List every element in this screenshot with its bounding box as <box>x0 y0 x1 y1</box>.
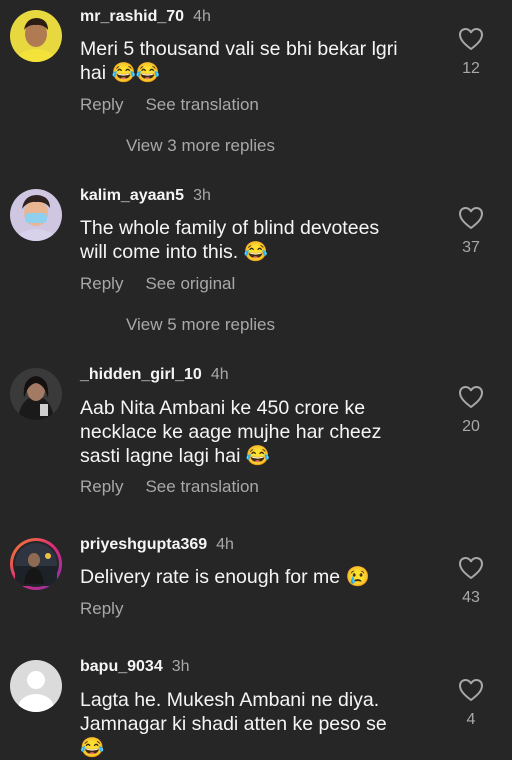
comment-meta: kalim_ayaan5 3h <box>80 187 211 205</box>
timestamp: 3h <box>193 187 211 204</box>
like-count: 20 <box>462 418 480 435</box>
view-more-replies-button[interactable]: View 5 more replies <box>126 315 275 335</box>
comment-actions: Reply See translation <box>80 95 259 115</box>
comment-meta: bapu_9034 3h <box>80 658 190 676</box>
see-original-button[interactable]: See original <box>145 274 235 293</box>
like-button[interactable]: 4 <box>456 678 486 729</box>
avatar[interactable] <box>10 189 62 241</box>
comment-meta: _hidden_girl_10 4h <box>80 366 229 384</box>
username[interactable]: bapu_9034 <box>80 658 163 675</box>
comment-actions: Reply <box>80 599 123 619</box>
timestamp: 3h <box>171 658 190 675</box>
username[interactable]: priyeshgupta369 <box>80 536 207 553</box>
like-button[interactable]: 43 <box>456 556 486 607</box>
avatar[interactable] <box>10 660 62 712</box>
reply-button[interactable]: Reply <box>80 477 123 496</box>
heart-outline-icon <box>459 679 483 701</box>
reply-button[interactable]: Reply <box>80 599 123 618</box>
like-button[interactable]: 12 <box>456 27 486 78</box>
reply-button[interactable]: Reply <box>80 274 123 293</box>
see-translation-button[interactable]: See translation <box>145 477 258 496</box>
comment-text: Lagta he. Mukesh Ambani ne diya. Jamnaga… <box>80 689 387 759</box>
avatar[interactable] <box>10 368 62 420</box>
like-count: 37 <box>462 239 480 256</box>
see-translation-button[interactable]: See translation <box>145 95 258 114</box>
like-count: 4 <box>466 711 476 728</box>
username[interactable]: mr_rashid_70 <box>80 8 184 25</box>
timestamp: 4h <box>193 8 211 25</box>
avatar[interactable] <box>10 10 62 62</box>
like-count: 12 <box>462 60 480 77</box>
view-more-replies-button[interactable]: View 3 more replies <box>126 136 275 156</box>
comment-text: Meri 5 thousand vali se bhi bekar lgri h… <box>80 38 398 84</box>
like-count: 43 <box>462 589 480 606</box>
comment-meta: priyeshgupta369 4h <box>80 536 234 554</box>
like-button[interactable]: 20 <box>456 385 486 436</box>
like-button[interactable]: 37 <box>456 206 486 257</box>
comment-text: The whole family of blind devotees will … <box>80 217 380 263</box>
comment-actions: Reply See translation <box>80 477 259 497</box>
heart-outline-icon <box>459 28 483 50</box>
avatar[interactable] <box>10 538 62 590</box>
username[interactable]: _hidden_girl_10 <box>80 366 202 383</box>
heart-outline-icon <box>459 207 483 229</box>
timestamp: 4h <box>210 366 229 383</box>
heart-outline-icon <box>459 386 483 408</box>
timestamp: 4h <box>216 536 234 553</box>
comment-actions: Reply See original <box>80 274 235 294</box>
username[interactable]: kalim_ayaan5 <box>80 187 184 204</box>
comment-text: Delivery rate is enough for me 😢 <box>80 566 370 588</box>
comment-meta: mr_rashid_70 4h <box>80 8 211 26</box>
reply-button[interactable]: Reply <box>80 95 123 114</box>
comment-text: Aab Nita Ambani ke 450 crore ke necklace… <box>80 397 382 467</box>
heart-outline-icon <box>459 557 483 579</box>
